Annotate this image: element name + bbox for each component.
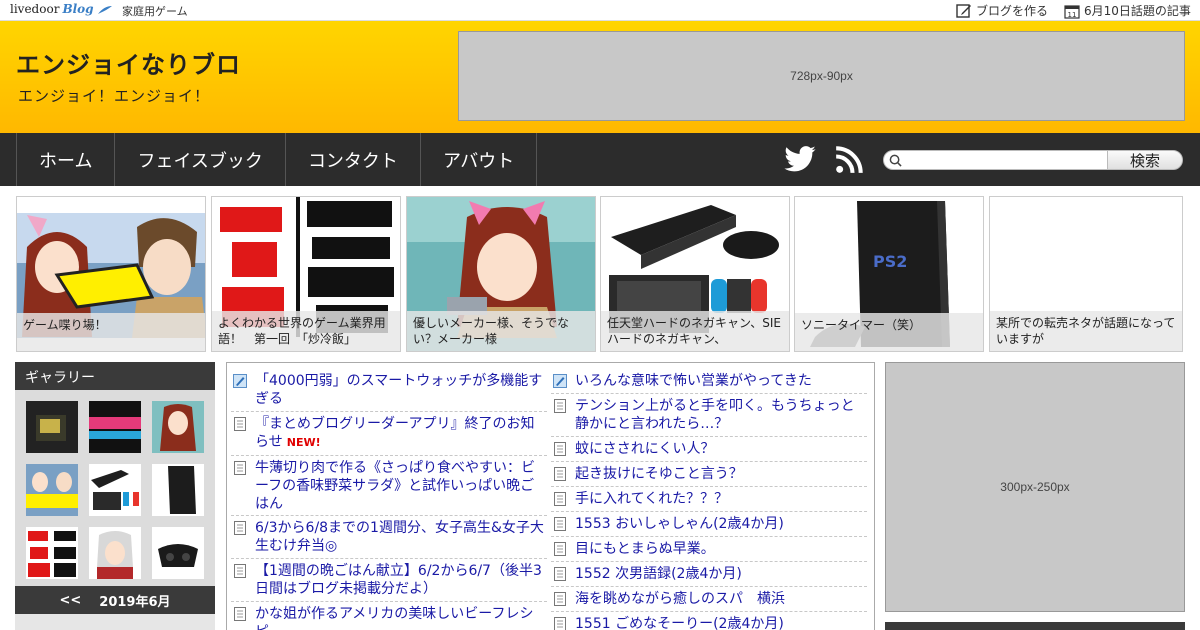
- doc-icon: [234, 461, 246, 475]
- logo-livedoor-text: livedoor: [10, 2, 60, 16]
- search-input[interactable]: [906, 152, 1104, 168]
- gallery-thumb[interactable]: [89, 464, 141, 516]
- calendar-month: 2019年6月: [99, 594, 171, 610]
- article-column-right: いろんな意味で怖い営業がやってきた テンション上がると手を叩く。もうちょっと静か…: [551, 369, 867, 630]
- svg-text:PS2: PS2: [873, 252, 907, 271]
- pen-icon: [553, 374, 567, 388]
- list-item[interactable]: 起き抜けにそゆこと言う？: [551, 462, 867, 487]
- calendar-heading: << 2019年6月: [15, 586, 215, 614]
- blog-category-link[interactable]: 家庭用ゲーム: [122, 3, 188, 19]
- featured-card-industry-term[interactable]: よくわかる世界のゲーム業界用語！ 第一回 「炒冷飯」: [211, 196, 401, 352]
- doc-icon: [554, 492, 566, 506]
- gallery-heading: ギャラリー: [15, 362, 215, 390]
- calendar-body: [15, 614, 215, 630]
- gallery-thumb[interactable]: [26, 527, 78, 579]
- list-item[interactable]: 1551 ごめなそーりー(2歳4か月): [551, 612, 867, 630]
- calendar-icon: 11: [1064, 4, 1080, 19]
- list-item[interactable]: 海を眺めながら癒しのスパ 横浜: [551, 587, 867, 612]
- calendar-day-number: 11: [1068, 11, 1077, 19]
- featured-caption: ゲーム喋り場！: [17, 313, 205, 351]
- doc-icon: [554, 567, 566, 581]
- doc-icon: [554, 399, 566, 413]
- site-header: エンジョイなりブロ エンジョイ！エンジョイ！ 728px-90px: [0, 21, 1200, 133]
- sidebar-ad-rectangle[interactable]: 300px-250px: [885, 362, 1185, 612]
- list-item[interactable]: 【1週間の晩ごはん献立】6/2から6/7（後半3日間はブログ未掲載分だよ）: [231, 559, 547, 602]
- logo-blog-text: Blog: [62, 2, 94, 16]
- gallery-grid: [15, 390, 215, 586]
- featured-caption: 某所での転売ネタが話題になっていますが: [990, 311, 1182, 351]
- create-blog-link[interactable]: ブログを作る: [956, 2, 1048, 19]
- livedoor-blog-logo[interactable]: livedoor Blog: [10, 2, 113, 16]
- featured-card-sony-timer[interactable]: PS2 ソニータイマー（笑）: [794, 196, 984, 352]
- list-item[interactable]: 1553 おいしゃしゃん(2歳4か月): [551, 512, 867, 537]
- gallery-thumb[interactable]: [26, 401, 78, 453]
- featured-caption: よくわかる世界のゲーム業界用語！ 第一回 「炒冷飯」: [212, 311, 400, 351]
- feather-icon: [98, 5, 113, 14]
- gallery-thumb[interactable]: [152, 527, 204, 579]
- nav-item-facebook[interactable]: フェイスブック: [115, 133, 286, 186]
- list-item[interactable]: 目にもとまらぬ早業。: [551, 537, 867, 562]
- featured-card-hardware[interactable]: 任天堂ハードのネガキャン、SIEハードのネガキャン、: [600, 196, 790, 352]
- doc-icon: [554, 442, 566, 456]
- list-item[interactable]: いろんな意味で怖い営業がやってきた: [551, 369, 867, 394]
- doc-icon: [554, 517, 566, 531]
- article-list: 「4000円弱」のスマートウォッチが多機能すぎる 『まとめブログリーダーアプリ』…: [226, 362, 875, 630]
- list-item[interactable]: 「4000円弱」のスマートウォッチが多機能すぎる: [231, 369, 547, 412]
- topic-articles-label: 6月10日話題の記事: [1084, 4, 1191, 18]
- calendar-prev-button[interactable]: <<: [59, 593, 81, 608]
- search-field: [883, 150, 1108, 170]
- header-ad-banner[interactable]: 728px-90px: [458, 31, 1185, 121]
- list-item[interactable]: 1552 次男語録(2歳4か月): [551, 562, 867, 587]
- list-item[interactable]: テンション上がると手を叩く。もうちょっと静かにと言われたら…？: [551, 394, 867, 437]
- list-item[interactable]: 牛薄切り肉で作る《さっぱり食べやすい：ビーフの香味野菜サラダ》と試作いっぱい晩ご…: [231, 456, 547, 516]
- featured-caption: 優しいメーカー様、そうでない？メーカー様: [407, 311, 595, 351]
- gallery-thumb[interactable]: [89, 401, 141, 453]
- doc-icon: [554, 467, 566, 481]
- nav-item-home[interactable]: ホーム: [17, 133, 116, 186]
- nav-menu: ホーム フェイスブック コンタクト アバウト: [16, 133, 538, 186]
- search-icon: [889, 154, 902, 167]
- list-item[interactable]: 6/3から6/8までの1週間分、女子高生&女子大生むけ弁当◎: [231, 516, 547, 559]
- featured-card-game-talk[interactable]: ゲーム喋り場！: [16, 196, 206, 352]
- featured-card-resale[interactable]: 某所での転売ネタが話題になっていますが: [989, 196, 1183, 352]
- list-item[interactable]: 『まとめブログリーダーアプリ』終了のお知らせ NEW!: [231, 412, 547, 456]
- list-item[interactable]: かな姐が作るアメリカの美味しいビーフレシピ: [231, 602, 547, 630]
- livedoor-topbar: livedoor Blog 家庭用ゲーム ブログを作る 11 6月10日話題の記事: [0, 0, 1200, 21]
- main-nav: ホーム フェイスブック コンタクト アバウト 検索: [0, 133, 1200, 186]
- twitter-icon[interactable]: [783, 145, 817, 175]
- doc-icon: [234, 607, 246, 621]
- doc-icon: [234, 521, 246, 535]
- gallery-thumb[interactable]: [152, 401, 204, 453]
- nav-item-about[interactable]: アバウト: [421, 133, 538, 186]
- create-blog-label: ブログを作る: [976, 4, 1049, 18]
- topic-articles-link[interactable]: 11 6月10日話題の記事: [1064, 2, 1191, 19]
- list-item[interactable]: 手に入れてくれた？？？: [551, 487, 867, 512]
- pencil-icon: [956, 3, 971, 18]
- doc-icon: [234, 417, 246, 431]
- list-item[interactable]: 蚊にさされにくい人？: [551, 437, 867, 462]
- gallery-thumb[interactable]: [26, 464, 78, 516]
- doc-icon: [554, 592, 566, 606]
- featured-caption: ソニータイマー（笑）: [795, 313, 983, 351]
- doc-icon: [554, 542, 566, 556]
- rss-icon[interactable]: [835, 146, 863, 174]
- article-column-left: 「4000円弱」のスマートウォッチが多機能すぎる 『まとめブログリーダーアプリ』…: [231, 369, 547, 630]
- featured-articles: ゲーム喋り場！ よくわかる世界のゲーム業界用語！ 第一回 「炒冷飯」 優しいメー…: [16, 196, 1184, 352]
- right-sidebar-heading: [885, 622, 1185, 630]
- new-badge: NEW!: [286, 436, 321, 449]
- pen-icon: [233, 374, 247, 388]
- nav-item-contact[interactable]: コンタクト: [286, 133, 421, 186]
- site-title[interactable]: エンジョイなりブロ: [16, 45, 241, 80]
- featured-card-makers[interactable]: 優しいメーカー様、そうでない？メーカー様: [406, 196, 596, 352]
- featured-caption: 任天堂ハードのネガキャン、SIEハードのネガキャン、: [601, 311, 789, 351]
- doc-icon: [554, 617, 566, 630]
- search-button[interactable]: 検索: [1107, 150, 1183, 170]
- gallery-thumb[interactable]: [89, 527, 141, 579]
- gallery-thumb[interactable]: [152, 464, 204, 516]
- site-description: エンジョイ！エンジョイ！: [18, 87, 211, 105]
- doc-icon: [234, 564, 246, 578]
